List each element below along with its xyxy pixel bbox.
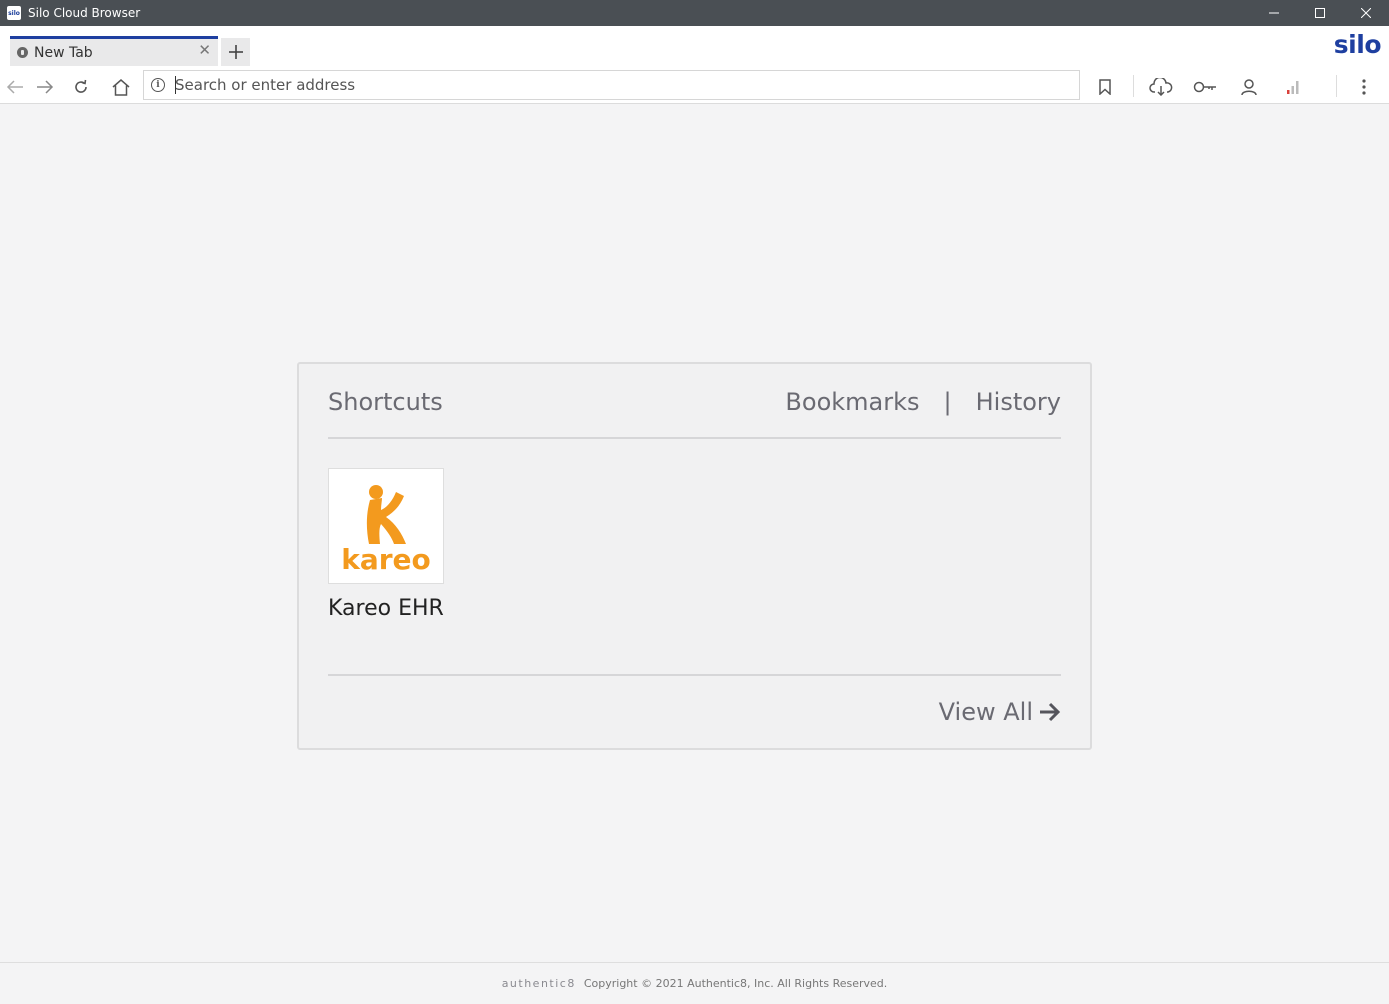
kareo-logo-text: kareo	[341, 543, 431, 576]
shortcuts-heading[interactable]: Shortcuts	[328, 388, 443, 416]
signal-icon	[1287, 81, 1299, 94]
tab-favicon-icon	[17, 47, 28, 58]
view-all-label: View All	[938, 698, 1033, 726]
app-icon: silo	[7, 6, 21, 20]
back-button[interactable]	[5, 77, 25, 97]
shortcut-label[interactable]: Kareo EHR	[328, 596, 444, 621]
bookmark-button[interactable]	[1095, 77, 1115, 97]
minimize-icon	[1269, 12, 1279, 14]
header-divider	[328, 437, 1061, 439]
shortcuts-card: Shortcuts Bookmarks | History kareo Kare…	[297, 362, 1092, 750]
cloud-download-button[interactable]	[1148, 77, 1174, 97]
key-button[interactable]	[1192, 77, 1218, 97]
maximize-button[interactable]	[1297, 0, 1343, 26]
view-all-link[interactable]: View All	[939, 698, 1061, 726]
minimize-button[interactable]	[1251, 0, 1297, 26]
bookmark-icon	[1099, 79, 1111, 95]
close-window-button[interactable]	[1343, 0, 1389, 26]
kareo-logo-icon: kareo	[341, 485, 431, 576]
shortcut-kareo-ehr[interactable]: kareo Kareo EHR	[328, 468, 444, 621]
forward-button[interactable]	[35, 77, 55, 97]
plus-icon	[228, 45, 243, 59]
tab-close-icon[interactable]: ✕	[198, 41, 211, 59]
reload-icon	[75, 79, 87, 93]
browser-toolbar: i	[0, 70, 1389, 104]
address-bar[interactable]: i	[143, 70, 1080, 100]
forward-icon	[37, 80, 54, 94]
authentic8-logo: authentic8	[501, 977, 576, 990]
toolbar-divider	[1133, 75, 1134, 97]
silo-logo: silo	[1333, 30, 1382, 59]
toolbar-divider	[1336, 75, 1337, 97]
window-title: Silo Cloud Browser	[28, 6, 141, 20]
arrow-right-icon	[1040, 702, 1061, 722]
window-controls	[1251, 0, 1389, 26]
connection-status-button[interactable]	[1283, 77, 1303, 97]
window-title-bar: silo Silo Cloud Browser	[0, 0, 1389, 26]
info-icon[interactable]: i	[151, 78, 165, 92]
user-icon	[1241, 78, 1257, 95]
reload-button[interactable]	[71, 77, 91, 97]
footer-divider	[328, 674, 1061, 676]
history-link[interactable]: History	[976, 388, 1061, 416]
new-tab-button[interactable]	[221, 38, 250, 66]
tab-title: New Tab	[34, 44, 93, 61]
menu-icon	[1362, 79, 1366, 95]
address-input[interactable]	[175, 76, 1055, 94]
tab-new-tab[interactable]: New Tab ✕	[10, 36, 218, 66]
tab-strip: New Tab ✕ silo	[0, 26, 1389, 70]
card-header: Shortcuts Bookmarks | History	[328, 388, 1061, 418]
account-button[interactable]	[1239, 77, 1259, 97]
menu-button[interactable]	[1354, 77, 1374, 97]
bookmarks-link[interactable]: Bookmarks	[785, 388, 919, 416]
text-cursor	[175, 76, 176, 94]
home-button[interactable]	[111, 77, 131, 97]
page-footer: authentic8 Copyright © 2021 Authentic8, …	[0, 962, 1389, 1004]
maximize-icon	[1315, 8, 1325, 18]
card-header-links: Bookmarks | History	[785, 388, 1061, 416]
cloud-download-icon	[1149, 78, 1173, 96]
close-icon	[1361, 8, 1371, 18]
header-separator: |	[943, 388, 952, 416]
home-icon	[112, 78, 130, 96]
back-icon	[6, 80, 23, 94]
kareo-logo-tile[interactable]: kareo	[328, 468, 444, 584]
copyright-text: Copyright © 2021 Authentic8, Inc. All Ri…	[583, 977, 888, 990]
key-icon	[1193, 81, 1216, 93]
